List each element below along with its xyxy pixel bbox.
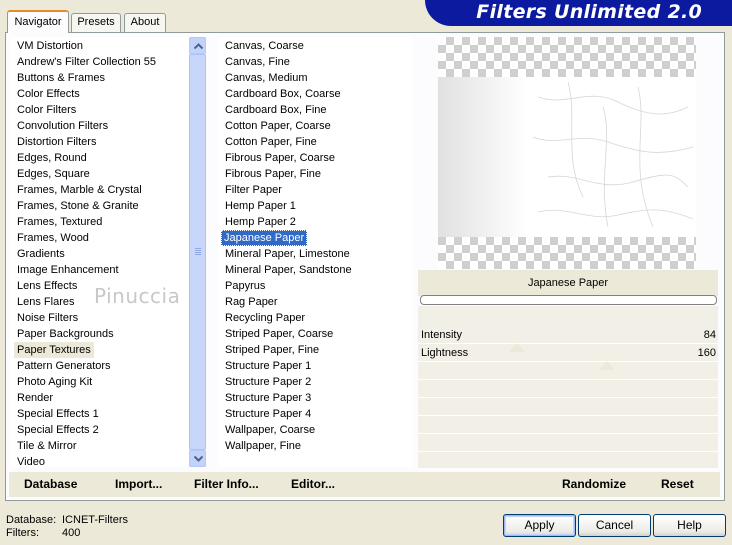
category-list-item[interactable]: Photo Aging Kit — [14, 374, 95, 390]
filter-list-item[interactable]: Mineral Paper, Sandstone — [222, 262, 355, 278]
filter-list-item[interactable]: Cotton Paper, Coarse — [222, 118, 334, 134]
bottom-toolbar: Database Import... Filter Info... Editor… — [9, 472, 720, 497]
filter-list-item[interactable]: Wallpaper, Coarse — [222, 422, 318, 438]
category-list-item[interactable]: Edges, Round — [14, 150, 90, 166]
param-row-empty — [418, 416, 718, 434]
filter-list-item[interactable]: Structure Paper 1 — [222, 358, 314, 374]
filter-list[interactable]: Canvas, Coarse Canvas, Fine Canvas, Medium… — [218, 37, 412, 467]
filter-list-item[interactable]: Canvas, Medium — [222, 70, 311, 86]
filter-list-item[interactable]: Wallpaper, Fine — [222, 438, 304, 454]
filter-list-item[interactable]: Cardboard Box, Coarse — [222, 86, 344, 102]
tab-navigator[interactable]: Navigator — [7, 10, 69, 33]
category-list-item[interactable]: Gradients — [14, 246, 68, 262]
tab-about[interactable]: About — [124, 13, 166, 32]
chevron-down-icon — [194, 456, 203, 462]
category-list-item[interactable]: Image Enhancement — [14, 262, 122, 278]
filter-list-item[interactable]: Recycling Paper — [222, 310, 308, 326]
category-list-item[interactable]: VM Distortion — [14, 38, 86, 54]
category-list-item[interactable]: Edges, Square — [14, 166, 93, 182]
category-list-item[interactable]: Noise Filters — [14, 310, 81, 326]
filter-list-item[interactable]: Japanese Paper — [221, 230, 308, 246]
param-row-intensity[interactable]: Intensity 84 — [418, 326, 718, 352]
help-button[interactable]: Help — [653, 514, 726, 537]
category-list-item[interactable]: Special Effects 2 — [14, 422, 102, 438]
filter-list-item[interactable]: Striped Paper, Coarse — [222, 326, 336, 342]
scroll-up-button[interactable] — [189, 37, 206, 54]
param-row-empty — [418, 362, 718, 380]
chevron-up-icon — [194, 43, 203, 49]
progress-bar — [420, 295, 717, 305]
filter-list-item[interactable]: Fibrous Paper, Fine — [222, 166, 324, 182]
filter-list-item[interactable]: Cardboard Box, Fine — [222, 102, 330, 118]
parameter-panel: Intensity 84 Lightness 160 — [418, 306, 718, 470]
param-label: Intensity — [421, 329, 462, 341]
param-row-empty — [418, 434, 718, 452]
reset-button[interactable]: Reset — [661, 472, 694, 497]
param-row-empty — [418, 380, 718, 398]
preview-image — [438, 37, 696, 269]
category-list-item[interactable]: Frames, Textured — [14, 214, 105, 230]
category-list-item[interactable]: Tile & Mirror — [14, 438, 79, 454]
category-scrollbar[interactable] — [189, 37, 206, 467]
database-button[interactable]: Database — [24, 472, 77, 497]
category-list-item[interactable]: Lens Effects — [14, 278, 80, 294]
param-row-empty — [418, 452, 718, 470]
editor-button[interactable]: Editor... — [291, 472, 335, 497]
param-row-lightness[interactable]: Lightness 160 — [418, 344, 718, 370]
tab-presets[interactable]: Presets — [71, 13, 121, 32]
category-list-item[interactable]: Paper Backgrounds — [14, 326, 117, 342]
category-list-item[interactable]: Lens Flares — [14, 294, 77, 310]
category-list-item[interactable]: Color Filters — [14, 102, 79, 118]
scroll-thumb[interactable] — [189, 54, 206, 450]
category-list-item[interactable]: Distortion Filters — [14, 134, 99, 150]
category-list-item[interactable]: Frames, Stone & Granite — [14, 198, 142, 214]
category-list-item[interactable]: Render — [14, 390, 56, 406]
cancel-button[interactable]: Cancel — [578, 514, 651, 537]
filter-list-item[interactable]: Rag Paper — [222, 294, 281, 310]
category-list-item[interactable]: Buttons & Frames — [14, 70, 108, 86]
category-list-item[interactable]: Special Effects 1 — [14, 406, 102, 422]
filter-list-item[interactable]: Mineral Paper, Limestone — [222, 246, 353, 262]
randomize-button[interactable]: Randomize — [562, 472, 626, 497]
scroll-down-button[interactable] — [189, 450, 206, 467]
category-list[interactable]: VM Distortion Andrew's Filter Collection … — [10, 37, 189, 470]
param-value: 160 — [697, 347, 716, 359]
filter-list-item[interactable]: Striped Paper, Fine — [222, 342, 322, 358]
param-row-empty — [418, 398, 718, 416]
filter-list-item[interactable]: Hemp Paper 1 — [222, 198, 299, 214]
filter-list-item[interactable]: Papyrus — [222, 278, 268, 294]
param-value: 84 — [703, 329, 716, 341]
preview-filter-name: Japanese Paper — [418, 270, 718, 296]
title-banner: Filters Unlimited 2.0 — [425, 0, 732, 26]
category-list-item[interactable]: Convolution Filters — [14, 118, 111, 134]
filter-list-item[interactable]: Structure Paper 3 — [222, 390, 314, 406]
filter-list-item[interactable]: Hemp Paper 2 — [222, 214, 299, 230]
param-label: Lightness — [421, 347, 469, 359]
filter-list-item[interactable]: Canvas, Coarse — [222, 38, 307, 54]
paper-shadow — [438, 77, 528, 237]
category-list-item[interactable]: Video — [14, 454, 48, 470]
filter-list-item[interactable]: Canvas, Fine — [222, 54, 293, 70]
filter-list-item[interactable]: Cotton Paper, Fine — [222, 134, 320, 150]
banner-title: Filters Unlimited 2.0 — [476, 1, 702, 23]
filter-info-button[interactable]: Filter Info... — [194, 472, 259, 497]
category-list-item[interactable]: Pattern Generators — [14, 358, 114, 374]
filter-list-item[interactable]: Structure Paper 4 — [222, 406, 314, 422]
filter-list-item[interactable]: Structure Paper 2 — [222, 374, 314, 390]
category-list-item[interactable]: Frames, Wood — [14, 230, 92, 246]
category-list-item[interactable]: Paper Textures — [14, 342, 94, 358]
status-label: Filters: — [6, 527, 39, 539]
filter-list-item[interactable]: Fibrous Paper, Coarse — [222, 150, 338, 166]
category-list-item[interactable]: Frames, Marble & Crystal — [14, 182, 145, 198]
import-button[interactable]: Import... — [115, 472, 162, 497]
watermark-text: Pinuccia — [94, 284, 181, 308]
status-value: 400 — [62, 527, 81, 539]
apply-button[interactable]: Apply — [503, 514, 576, 537]
status-label: Database: — [6, 514, 57, 526]
category-list-item[interactable]: Andrew's Filter Collection 55 — [14, 54, 159, 70]
status-value: ICNET-Filters — [62, 514, 128, 526]
category-list-item[interactable]: Color Effects — [14, 86, 83, 102]
filter-list-item[interactable]: Filter Paper — [222, 182, 285, 198]
